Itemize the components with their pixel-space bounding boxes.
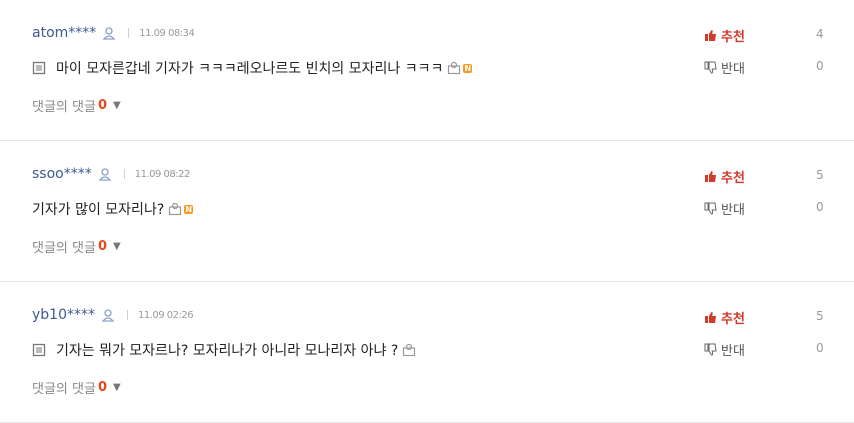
downvote-count: 0 — [816, 200, 824, 214]
reply-count: 0 — [97, 98, 107, 113]
upvote-count: 5 — [816, 309, 824, 323]
downvote-count: 0 — [816, 59, 824, 73]
downvote-label: 반대 — [721, 62, 745, 77]
upvote-count: 5 — [816, 168, 824, 182]
thumbs-down-icon — [704, 202, 717, 215]
upvote-label: 추천 — [721, 312, 745, 327]
divider — [127, 310, 128, 320]
comment-date: 11.09 08:22 — [134, 168, 191, 180]
upvote-button[interactable]: 추천 — [704, 308, 745, 327]
caret-down-icon: ▼ — [112, 241, 121, 252]
comment-header: yb10**** 11.09 02:26 — [32, 306, 194, 324]
comment-item: yb10**** 11.09 02:26 기자는 뭐가 모자르나? 모자리나가 … — [0, 282, 854, 423]
comment-item: ssoo**** 11.09 08:22 기자가 많이 모자리나? N 댓글의 … — [0, 141, 854, 282]
thumbs-up-icon — [705, 30, 716, 41]
upvote-button[interactable]: 추천 — [704, 167, 745, 186]
thumbs-up-icon — [705, 171, 716, 182]
caret-down-icon: ▼ — [112, 100, 121, 111]
comment-text: 마이 모자른갑네 기자가 ㅋㅋㅋ레오나르도 빈치의 모자리나 ㅋㅋㅋ — [56, 61, 444, 77]
comment-text: 기자는 뭐가 모자르나? 모자리나가 아니라 모나리자 아냐 ? — [56, 343, 399, 359]
divider — [123, 169, 125, 179]
downvote-button[interactable]: 반대 — [704, 199, 745, 218]
reply-label: 댓글의 댓글 — [32, 382, 96, 397]
profile-card-icon — [448, 61, 461, 75]
caret-down-icon: ▼ — [112, 382, 121, 393]
new-badge-icon: N — [463, 63, 473, 73]
upvote-button[interactable]: 추천 — [704, 26, 745, 45]
comment-text: 기자가 많이 모자리나? — [32, 202, 165, 218]
divider — [128, 28, 130, 38]
downvote-button[interactable]: 반대 — [704, 340, 745, 359]
profile-card-icon — [403, 343, 416, 357]
user-icon[interactable] — [101, 308, 115, 322]
document-icon — [32, 343, 46, 357]
upvote-label: 추천 — [721, 171, 745, 186]
comment-date: 11.09 02:26 — [138, 309, 194, 321]
reply-label: 댓글의 댓글 — [32, 100, 96, 115]
new-badge-icon: N — [184, 204, 194, 214]
upvote-count: 4 — [816, 27, 824, 41]
comment-header: atom**** 11.09 08:34 — [32, 24, 195, 42]
reply-label: 댓글의 댓글 — [32, 241, 96, 256]
comment-body: 기자가 많이 모자리나? N — [32, 199, 194, 219]
comment-body: 마이 모자른갑네 기자가 ㅋㅋㅋ레오나르도 빈치의 모자리나 ㅋㅋㅋ N — [32, 58, 473, 78]
username[interactable]: yb10**** — [32, 307, 95, 323]
comment-header: ssoo**** 11.09 08:22 — [32, 165, 190, 183]
reply-toggle[interactable]: 댓글의 댓글 0 ▼ — [32, 378, 121, 397]
comment-item: atom**** 11.09 08:34 마이 모자른갑네 기자가 ㅋㅋㅋ레오나… — [0, 0, 854, 141]
upvote-label: 추천 — [721, 30, 745, 45]
comment-date: 11.09 08:34 — [139, 27, 195, 39]
reply-count: 0 — [97, 380, 107, 395]
user-icon[interactable] — [98, 167, 112, 181]
username[interactable]: ssoo**** — [32, 166, 92, 182]
thumbs-up-icon — [705, 312, 716, 323]
downvote-label: 반대 — [721, 344, 745, 359]
reply-count: 0 — [97, 239, 107, 254]
reply-toggle[interactable]: 댓글의 댓글 0 ▼ — [32, 237, 121, 256]
document-icon — [32, 61, 46, 75]
profile-card-icon — [169, 202, 182, 216]
downvote-count: 0 — [816, 341, 824, 355]
comment-body: 기자는 뭐가 모자르나? 모자리나가 아니라 모나리자 아냐 ? — [32, 340, 416, 360]
username[interactable]: atom**** — [32, 25, 96, 41]
user-icon[interactable] — [102, 26, 116, 40]
reply-toggle[interactable]: 댓글의 댓글 0 ▼ — [32, 96, 121, 115]
downvote-button[interactable]: 반대 — [704, 58, 745, 77]
downvote-label: 반대 — [721, 203, 745, 218]
thumbs-down-icon — [704, 61, 717, 74]
thumbs-down-icon — [704, 343, 717, 356]
